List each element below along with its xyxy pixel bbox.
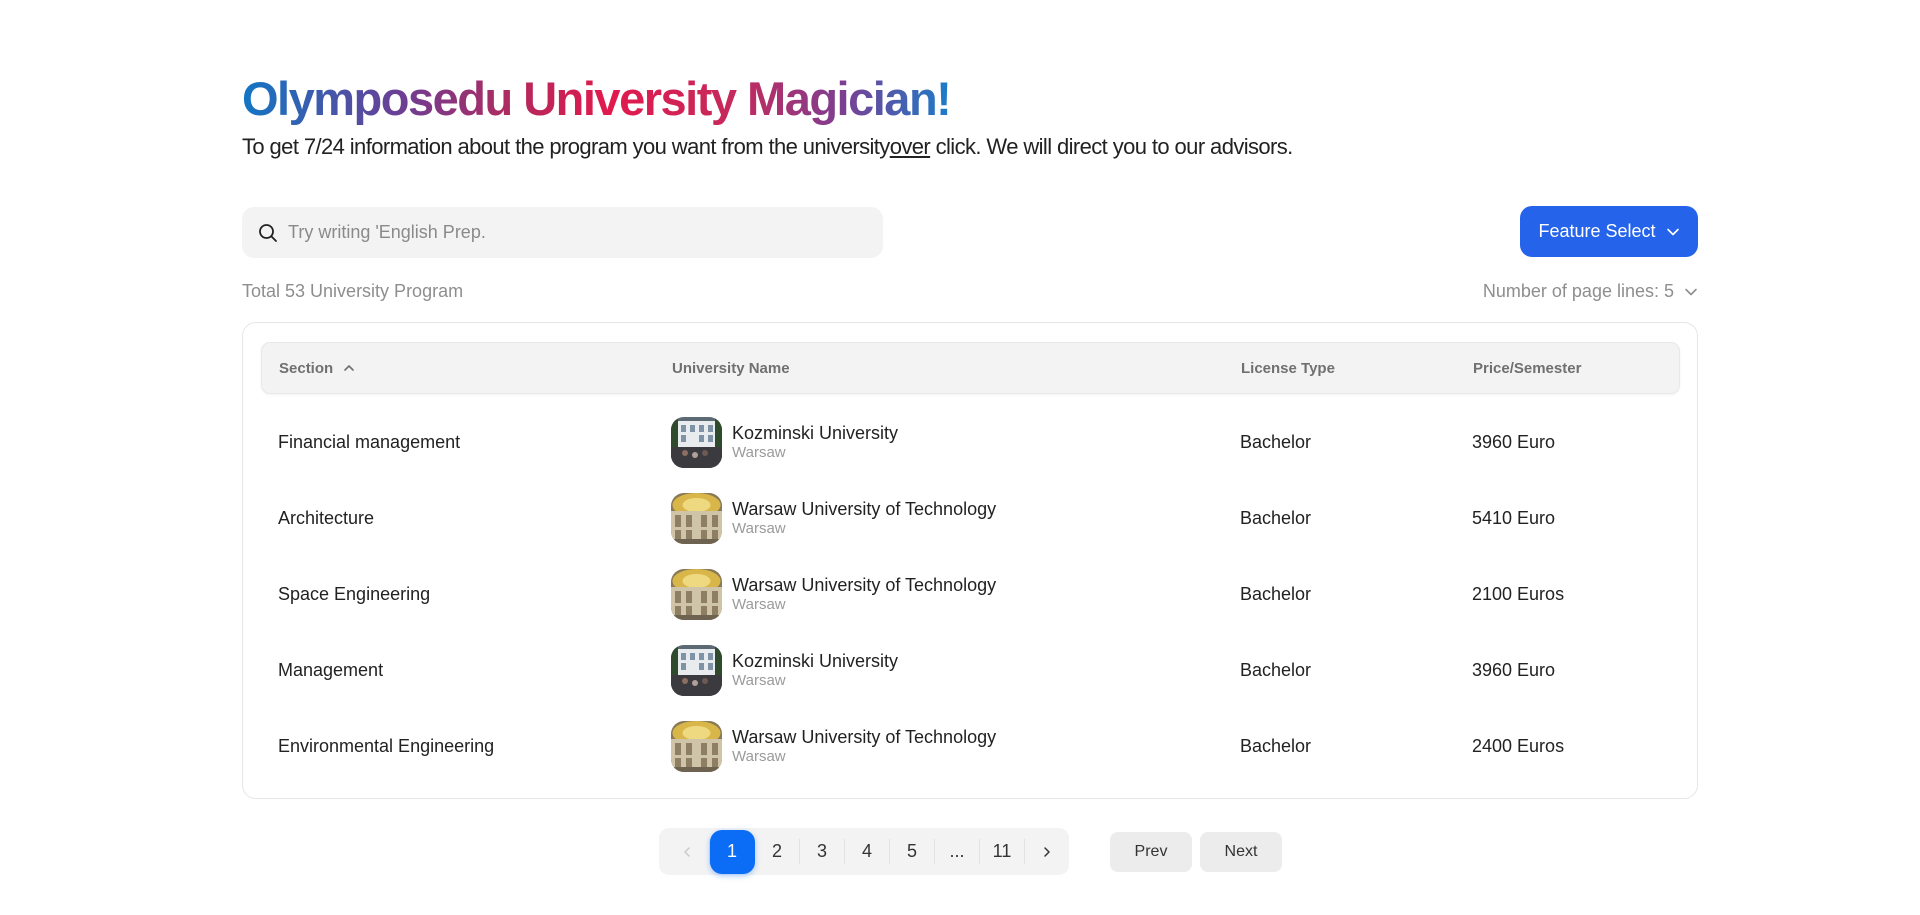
column-header-license[interactable]: License Type (1241, 343, 1335, 393)
feature-select-label: Feature Select (1538, 221, 1656, 241)
pagination-next-arrow[interactable] (1025, 829, 1070, 874)
university-city: Warsaw (732, 444, 786, 461)
university-photo (671, 492, 722, 544)
subtitle-text-before: To get 7/24 information about the progra… (242, 134, 890, 159)
pagination-page[interactable]: 11 (980, 829, 1025, 874)
cell-section: Financial management (278, 431, 461, 452)
chevron-up-icon (344, 365, 354, 371)
pagination-page[interactable]: 2 (755, 829, 800, 874)
pagination-page[interactable]: 4 (845, 829, 890, 874)
table-row[interactable]: Environmental Engineering Warsaw Universi… (261, 708, 1680, 784)
search-bar[interactable] (242, 207, 883, 258)
page-subtitle: To get 7/24 information about the progra… (242, 134, 1293, 160)
pagination-ellipsis[interactable]: ... (935, 829, 980, 874)
university-city: Warsaw (732, 520, 786, 537)
university-city: Warsaw (732, 672, 786, 689)
university-city: Warsaw (732, 596, 786, 613)
column-header-university[interactable]: University Name (672, 343, 790, 393)
chevron-down-icon (1685, 288, 1697, 295)
column-header-section[interactable]: Section (279, 343, 355, 393)
programs-table: Section University Name License Type Pri… (242, 322, 1698, 799)
page-lines-label: Number of page lines: 5 (1482, 281, 1674, 301)
pagination: 1 2 3 4 5... 11 (659, 828, 1069, 875)
university-photo (671, 644, 722, 696)
cell-license: Bachelor (1240, 431, 1312, 452)
total-programs-count: Total 53 University Program (242, 281, 464, 301)
chevron-right-icon (1044, 846, 1050, 857)
pagination-pages: 1 2 3 4 5... 11 (709, 829, 1025, 874)
cell-price: 2400 Euros (1472, 735, 1565, 756)
table-header: Section University Name License Type Pri… (261, 342, 1680, 394)
cell-university: Warsaw University of Technology Warsaw (671, 480, 996, 556)
cell-section: Management (278, 659, 384, 680)
cell-price: 5410 Euro (1472, 507, 1556, 528)
university-photo (671, 416, 722, 468)
chevron-left-icon (684, 846, 690, 857)
page-title: Olymposedu University Magician! (242, 70, 952, 128)
cell-license: Bachelor (1240, 735, 1312, 756)
search-icon (259, 223, 277, 242)
cell-university: Warsaw University of Technology Warsaw (671, 708, 996, 784)
search-input[interactable] (286, 221, 870, 244)
table-row[interactable]: Management Kozminski University Warsaw Bach… (261, 632, 1680, 708)
pagination-page[interactable]: 3 (800, 829, 845, 874)
cell-university: Warsaw University of Technology Warsaw (671, 556, 996, 632)
cell-license: Bachelor (1240, 659, 1312, 680)
cell-license: Bachelor (1240, 583, 1312, 604)
pagination-prev-arrow[interactable] (665, 829, 710, 874)
university-name: Kozminski University (732, 651, 899, 671)
cell-price: 3960 Euro (1472, 659, 1556, 680)
university-name: Warsaw University of Technology (732, 727, 997, 747)
feature-select-button[interactable]: Feature Select (1520, 206, 1698, 257)
subtitle-text-after: click. We will direct you to our advisor… (930, 134, 1294, 159)
column-header-section-label: Section (279, 359, 334, 377)
table-row[interactable]: Space Engineering Warsaw University of Te… (261, 556, 1680, 632)
cell-university: Kozminski University Warsaw (671, 404, 898, 480)
cell-university: Kozminski University Warsaw (671, 632, 898, 708)
university-name: Kozminski University (732, 423, 899, 443)
cell-section: Environmental Engineering (278, 735, 495, 756)
pagination-page[interactable]: 5 (890, 829, 935, 874)
table-row[interactable]: Financial management Kozminski University… (261, 404, 1680, 480)
university-name: Warsaw University of Technology (732, 575, 997, 595)
prev-button[interactable]: Prev (1110, 832, 1192, 872)
university-name: Warsaw University of Technology (732, 499, 997, 519)
next-button[interactable]: Next (1200, 832, 1282, 872)
chevron-down-icon (1666, 228, 1679, 235)
university-photo (671, 568, 722, 620)
cell-price: 2100 Euros (1472, 583, 1565, 604)
university-city: Warsaw (732, 748, 786, 765)
pagination-page[interactable]: 1 (709, 829, 755, 874)
cell-price: 3960 Euro (1472, 431, 1556, 452)
advisor-link[interactable]: over (890, 134, 931, 159)
column-header-price[interactable]: Price/Semester (1473, 343, 1581, 393)
page-lines-select[interactable]: Number of page lines: 5 (1483, 281, 1698, 302)
cell-license: Bachelor (1240, 507, 1312, 528)
university-photo (671, 720, 722, 772)
table-row[interactable]: Architecture Warsaw University of Technol… (261, 480, 1680, 556)
page: Olymposedu University Magician! To get 7… (0, 0, 1920, 915)
cell-section: Architecture (278, 507, 375, 528)
cell-section: Space Engineering (278, 583, 431, 604)
